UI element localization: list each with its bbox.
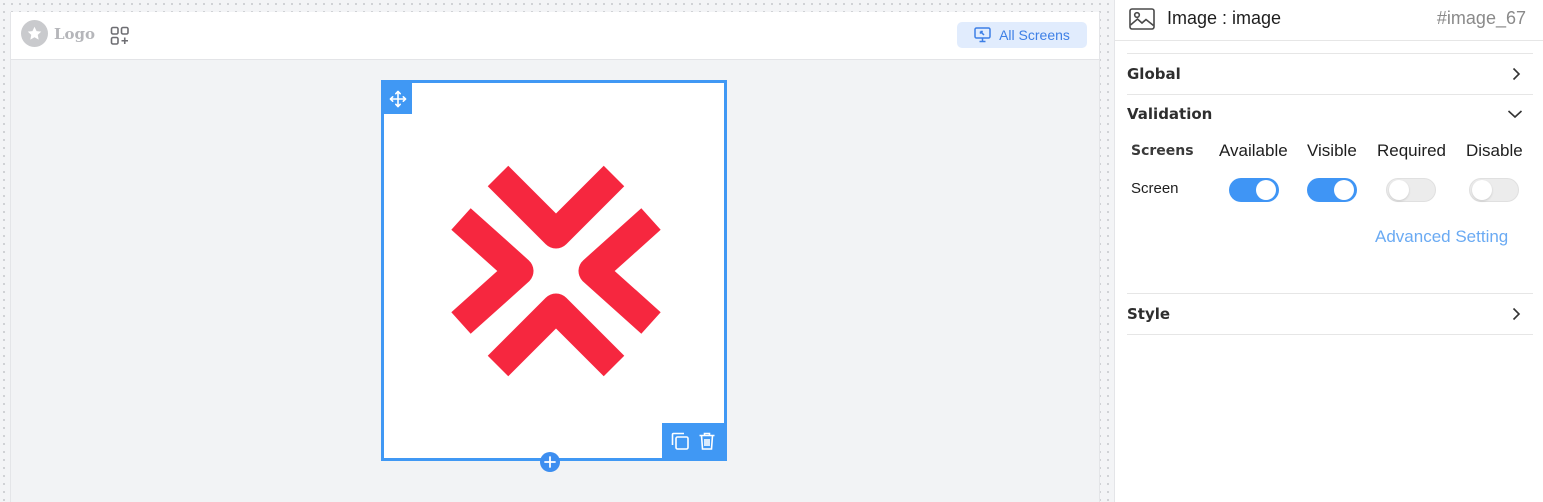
app-header: Logo All Screens: [11, 12, 1099, 60]
selected-image-element[interactable]: [381, 80, 727, 461]
element-id: #image_67: [1436, 8, 1526, 28]
chevron-right-icon: [1509, 307, 1523, 326]
panel-header: Image : image #image_67: [1115, 0, 1543, 41]
image-icon: [1129, 8, 1155, 35]
logo-mark-image: [451, 165, 661, 377]
toggle-knob: [1389, 180, 1409, 200]
column-required: Required: [1377, 141, 1446, 160]
add-icon[interactable]: [540, 452, 560, 472]
column-screens: Screens: [1131, 143, 1194, 159]
column-disable: Disable: [1466, 141, 1523, 160]
logo-label: Logo: [54, 24, 96, 43]
element-action-bar: [662, 423, 724, 458]
disable-toggle[interactable]: [1469, 178, 1519, 202]
column-available: Available: [1219, 141, 1288, 160]
toggle-knob: [1472, 180, 1492, 200]
toggle-knob: [1334, 180, 1354, 200]
duplicate-icon[interactable]: [670, 431, 690, 451]
trash-icon[interactable]: [698, 431, 716, 451]
section-style[interactable]: Style: [1127, 293, 1533, 335]
all-screens-button[interactable]: All Screens: [957, 22, 1087, 48]
properties-panel: Image : image #image_67 Global Validatio…: [1114, 0, 1543, 502]
column-visible: Visible: [1307, 141, 1357, 160]
section-validation[interactable]: Validation: [1127, 94, 1533, 134]
all-screens-label: All Screens: [999, 27, 1070, 43]
section-style-label: Style: [1127, 305, 1171, 323]
screen-icon: [974, 27, 991, 43]
section-validation-label: Validation: [1127, 105, 1213, 123]
section-global[interactable]: Global: [1127, 53, 1533, 95]
chevron-down-icon: [1507, 107, 1523, 126]
section-global-label: Global: [1127, 65, 1181, 83]
available-toggle[interactable]: [1229, 178, 1279, 202]
required-toggle[interactable]: [1386, 178, 1436, 202]
advanced-setting-link[interactable]: Advanced Setting: [1375, 227, 1508, 247]
visible-toggle[interactable]: [1307, 178, 1357, 202]
screen-row-label: Screen: [1131, 180, 1179, 197]
panel-title: Image : image: [1167, 8, 1282, 28]
move-icon[interactable]: [384, 83, 412, 114]
app-logo[interactable]: Logo: [21, 20, 95, 47]
star-icon: [21, 20, 48, 47]
add-component-icon[interactable]: [110, 26, 130, 46]
toggle-knob: [1256, 180, 1276, 200]
chevron-right-icon: [1509, 67, 1523, 86]
